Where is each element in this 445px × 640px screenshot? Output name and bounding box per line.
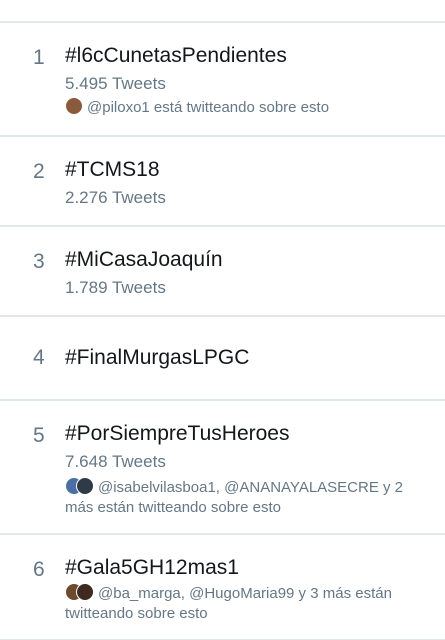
trend-tweet-count: 1.789 Tweets (65, 278, 166, 297)
trend-tweet-count: 7.648 Tweets (65, 452, 166, 471)
avatar (65, 477, 94, 495)
trend-rank: 5 (33, 424, 45, 447)
trend-context-text: @isabelvilasboa1, @ANANAYALASECRE y 2 má… (65, 479, 404, 516)
trend-rank: 3 (33, 250, 45, 273)
top-strip (0, 0, 445, 22)
trend-context-text: @piloxo1 está twitteando sobre esto (87, 99, 330, 116)
trend-item-6[interactable]: 6 #Gala5GH12mas1 @ba_marga, @HugoMaria99… (0, 534, 445, 640)
trend-item-4[interactable]: 4 #FinalMurgasLPGC (0, 316, 445, 400)
trend-tweet-count: 5.495 Tweets (65, 74, 166, 93)
trend-item-2[interactable]: 2 #TCMS18 2.276 Tweets (0, 136, 445, 226)
trend-rank: 1 (33, 46, 45, 69)
trend-hashtag[interactable]: #TCMS18 (65, 158, 160, 182)
trend-hashtag[interactable]: #FinalMurgasLPGC (65, 346, 249, 370)
trend-item-5[interactable]: 5 #PorSiempreTusHeroes 7.648 Tweets @isa… (0, 400, 445, 534)
trend-hashtag[interactable]: #Gala5GH12mas1 (65, 556, 239, 580)
avatar-icon (76, 583, 94, 601)
trend-context: @ba_marga, @HugoMaria99 y 3 más están tw… (65, 583, 425, 624)
avatar-icon (65, 97, 83, 115)
trend-item-1[interactable]: 1 #l6cCunetasPendientes 5.495 Tweets @pi… (0, 22, 445, 136)
avatar-icon (76, 477, 94, 495)
trend-rank: 6 (33, 558, 45, 581)
trend-context-text: @ba_marga, @HugoMaria99 y 3 más están tw… (65, 585, 392, 622)
trend-rank: 2 (33, 160, 45, 183)
trend-hashtag[interactable]: #MiCasaJoaquín (65, 248, 223, 272)
avatar (65, 97, 83, 115)
trend-hashtag[interactable]: #PorSiempreTusHeroes (65, 422, 289, 446)
trend-item-3[interactable]: 3 #MiCasaJoaquín 1.789 Tweets (0, 226, 445, 316)
trend-hashtag[interactable]: #l6cCunetasPendientes (65, 44, 287, 68)
trend-rank: 4 (33, 346, 45, 369)
trend-tweet-count: 2.276 Tweets (65, 188, 166, 207)
avatar (65, 583, 94, 601)
trend-context: @piloxo1 está twitteando sobre esto (65, 97, 425, 118)
trend-context: @isabelvilasboa1, @ANANAYALASECRE y 2 má… (65, 477, 425, 518)
